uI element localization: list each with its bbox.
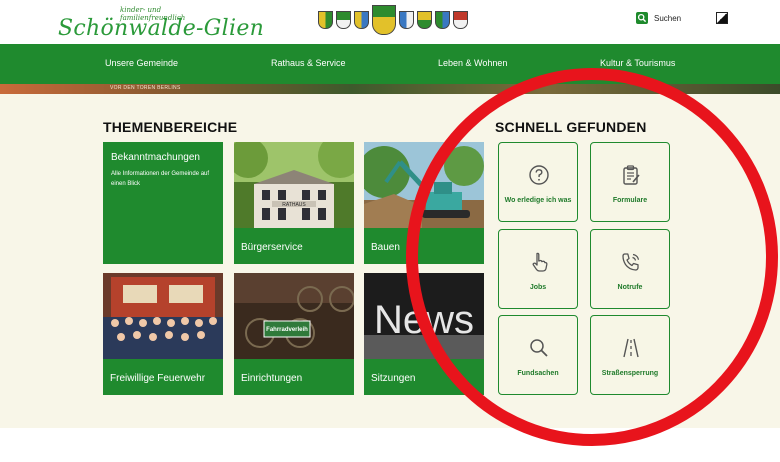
- road-icon: [623, 338, 639, 358]
- news-photo: News: [364, 273, 484, 359]
- site-header: kinder- und familienfreundlich Schönwald…: [0, 0, 780, 44]
- crest-icon[interactable]: [336, 11, 351, 29]
- fire-brigade-photo: [103, 273, 223, 359]
- crest-icon[interactable]: [435, 11, 450, 29]
- crest-icon[interactable]: [318, 11, 333, 29]
- search-label: Suchen: [654, 13, 682, 23]
- nav-item-rathaus-service[interactable]: Rathaus & Service: [271, 58, 346, 68]
- crest-icon[interactable]: [417, 11, 432, 29]
- crest-icon[interactable]: [399, 11, 414, 29]
- clipboard-icon: [623, 165, 640, 185]
- nav-item-unsere-gemeinde[interactable]: Unsere Gemeinde: [105, 58, 178, 68]
- hero-tagline: VOR DEN TOREN BERLINS: [110, 85, 181, 91]
- page-bottom: [0, 428, 780, 462]
- page: kinder- und familienfreundlich Schönwald…: [0, 0, 780, 462]
- contrast-toggle-icon[interactable]: [716, 12, 728, 24]
- tile-description: Alle Informationen der Gemeinde auf eine…: [111, 171, 210, 187]
- bicycle-rental-photo: Fahrradverleih: [234, 273, 354, 359]
- quick-link-wo-erledige-ich-was[interactable]: Wo erledige ich was: [498, 142, 578, 222]
- rathaus-photo: RATHAUS: [234, 142, 354, 228]
- quick-link-label: Fundsachen: [517, 370, 559, 377]
- tile-einrichtungen[interactable]: Fahrradverleih Einrichtungen: [234, 273, 354, 395]
- search-button[interactable]: Suchen: [636, 12, 681, 24]
- quick-link-label: Notrufe: [617, 284, 643, 291]
- quick-link-label: Formulare: [612, 197, 648, 204]
- phone-icon: [622, 253, 640, 271]
- tile-label: Bürgerservice: [241, 242, 303, 253]
- tile-label: Einrichtungen: [241, 373, 303, 384]
- site-logo[interactable]: kinder- und familienfreundlich Schönwald…: [58, 6, 264, 42]
- bike-rental-sign-text: Fahrradverleih: [266, 327, 308, 333]
- tile-label: Bauen: [371, 242, 400, 253]
- tile-bauen[interactable]: Bauen: [364, 142, 484, 264]
- rathaus-sign-text: RATHAUS: [282, 202, 306, 208]
- tile-bekanntmachungen[interactable]: Bekanntmachungen Alle Informationen der …: [103, 142, 223, 264]
- quick-link-strassensperrung[interactable]: Straßensperrung: [590, 315, 670, 395]
- pointing-hand-icon: [532, 252, 548, 272]
- question-circle-icon: [529, 165, 549, 185]
- tile-buergerservice[interactable]: RATHAUS Bürgerservice: [234, 142, 354, 264]
- tile-freiwillige-feuerwehr[interactable]: Freiwillige Feuerwehr: [103, 273, 223, 395]
- tile-sitzungen[interactable]: News Sitzungen: [364, 273, 484, 395]
- search-icon: [636, 12, 648, 24]
- quick-link-jobs[interactable]: Jobs: [498, 229, 578, 309]
- quick-link-fundsachen[interactable]: Fundsachen: [498, 315, 578, 395]
- crest-icon[interactable]: [453, 11, 468, 29]
- logo-wordmark: Schönwalde-Glien: [58, 16, 265, 41]
- magnifier-icon: [530, 339, 548, 357]
- crest-icon[interactable]: [354, 11, 369, 29]
- quick-link-label: Jobs: [529, 284, 547, 291]
- nav-item-leben-wohnen[interactable]: Leben & Wohnen: [438, 58, 507, 68]
- tile-label: Sitzungen: [371, 373, 416, 384]
- crest-icon[interactable]: [372, 5, 396, 35]
- quick-link-label: Wo erledige ich was: [504, 197, 572, 204]
- schnell-gefunden-heading: SCHNELL GEFUNDEN: [495, 119, 647, 135]
- hero-image-strip: VOR DEN TOREN BERLINS: [0, 84, 780, 94]
- quick-link-label: Straßensperrung: [601, 370, 659, 377]
- tile-label: Bekanntmachungen: [111, 152, 200, 163]
- quick-link-formulare[interactable]: Formulare: [590, 142, 670, 222]
- quick-link-notrufe[interactable]: Notrufe: [590, 229, 670, 309]
- municipality-crests: [318, 4, 468, 36]
- excavator-photo: [364, 142, 484, 228]
- themenbereiche-heading: THEMENBEREICHE: [103, 119, 238, 135]
- main-navigation: Unsere Gemeinde Rathaus & Service Leben …: [0, 44, 780, 84]
- nav-item-kultur-tourismus[interactable]: Kultur & Tourismus: [600, 58, 675, 68]
- news-image-text: News: [374, 298, 474, 342]
- tile-label: Freiwillige Feuerwehr: [110, 373, 206, 384]
